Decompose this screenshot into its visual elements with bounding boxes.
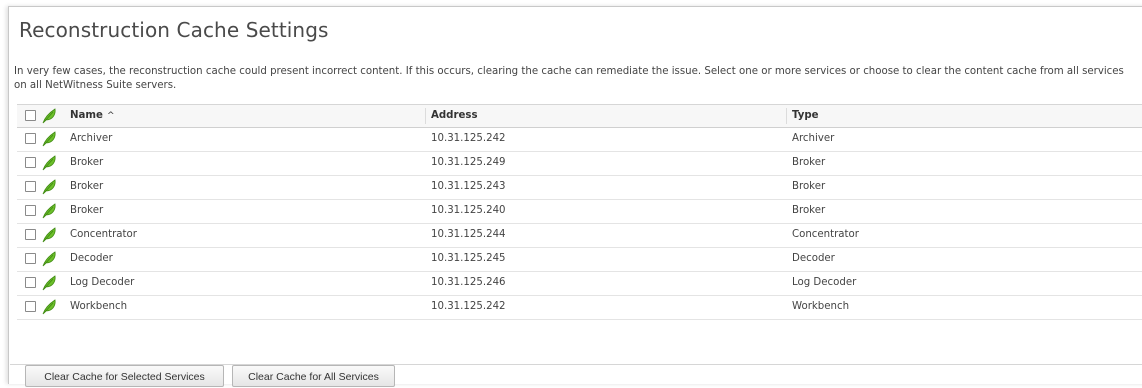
table-row[interactable]: Broker 10.31.125.243 Broker	[17, 176, 1142, 200]
service-type: Decoder	[792, 253, 835, 264]
leaf-icon	[41, 203, 57, 219]
row-checkbox[interactable]	[25, 229, 36, 240]
column-header-name-label: Name	[70, 110, 103, 121]
leaf-icon	[41, 108, 57, 124]
page-description: In very few cases, the reconstruction ca…	[14, 66, 1124, 91]
column-separator[interactable]	[425, 108, 426, 124]
leaf-icon	[41, 251, 57, 267]
row-checkbox[interactable]	[25, 157, 36, 168]
service-name: Decoder	[70, 253, 113, 264]
service-address: 10.31.125.249	[431, 157, 506, 168]
leaf-icon	[41, 179, 57, 195]
service-type: Archiver	[792, 133, 835, 144]
leaf-icon	[41, 299, 57, 315]
service-address: 10.31.125.243	[431, 181, 506, 192]
table-row[interactable]: Log Decoder 10.31.125.246 Log Decoder	[17, 272, 1142, 296]
service-type: Broker	[792, 181, 826, 192]
row-checkbox[interactable]	[25, 133, 36, 144]
service-name: Broker	[70, 181, 104, 192]
service-type: Broker	[792, 205, 826, 216]
service-type: Concentrator	[792, 229, 859, 240]
row-checkbox[interactable]	[25, 181, 36, 192]
table-row[interactable]: Concentrator 10.31.125.244 Concentrator	[17, 224, 1142, 248]
service-type: Log Decoder	[792, 277, 857, 288]
row-checkbox[interactable]	[25, 301, 36, 312]
service-address: 10.31.125.246	[431, 277, 506, 288]
service-address: 10.31.125.245	[431, 253, 506, 264]
row-checkbox[interactable]	[25, 277, 36, 288]
service-name: Broker	[70, 205, 104, 216]
service-address: 10.31.125.240	[431, 205, 506, 216]
table-row[interactable]: Workbench 10.31.125.242 Workbench	[17, 296, 1142, 320]
table-row[interactable]: Decoder 10.31.125.245 Decoder	[17, 248, 1142, 272]
column-header-address[interactable]: Address	[431, 105, 478, 127]
table-row[interactable]: Broker 10.31.125.249 Broker	[17, 152, 1142, 176]
table-row[interactable]: Archiver 10.31.125.242 Archiver	[17, 128, 1142, 152]
reconstruction-cache-panel: Reconstruction Cache Settings In very fe…	[8, 6, 1142, 387]
service-address: 10.31.125.242	[431, 301, 506, 312]
service-name: Archiver	[70, 133, 113, 144]
sort-ascending-icon: ^	[106, 111, 115, 121]
leaf-icon	[41, 275, 57, 291]
row-checkbox[interactable]	[25, 205, 36, 216]
service-name: Broker	[70, 157, 104, 168]
column-separator[interactable]	[786, 108, 787, 124]
column-header-type[interactable]: Type	[792, 105, 819, 127]
select-all-checkbox[interactable]	[25, 110, 36, 121]
service-name: Concentrator	[70, 229, 137, 240]
page-title: Reconstruction Cache Settings	[19, 18, 329, 42]
service-name: Log Decoder	[70, 277, 135, 288]
leaf-icon	[41, 227, 57, 243]
leaf-icon	[41, 155, 57, 171]
table-row[interactable]: Broker 10.31.125.240 Broker	[17, 200, 1142, 224]
row-checkbox[interactable]	[25, 253, 36, 264]
column-header-name[interactable]: Name ^	[70, 105, 114, 127]
clear-cache-selected-button[interactable]: Clear Cache for Selected Services	[25, 365, 224, 387]
grid-header: Name ^ Address Type	[17, 105, 1142, 128]
service-address: 10.31.125.244	[431, 229, 506, 240]
service-address: 10.31.125.242	[431, 133, 506, 144]
service-type: Broker	[792, 157, 826, 168]
services-grid: Name ^ Address Type Archiver 10.31.125.242…	[17, 104, 1142, 355]
service-name: Workbench	[70, 301, 128, 312]
clear-cache-all-button[interactable]: Clear Cache for All Services	[232, 365, 395, 387]
leaf-icon	[41, 131, 57, 147]
service-type: Workbench	[792, 301, 850, 312]
